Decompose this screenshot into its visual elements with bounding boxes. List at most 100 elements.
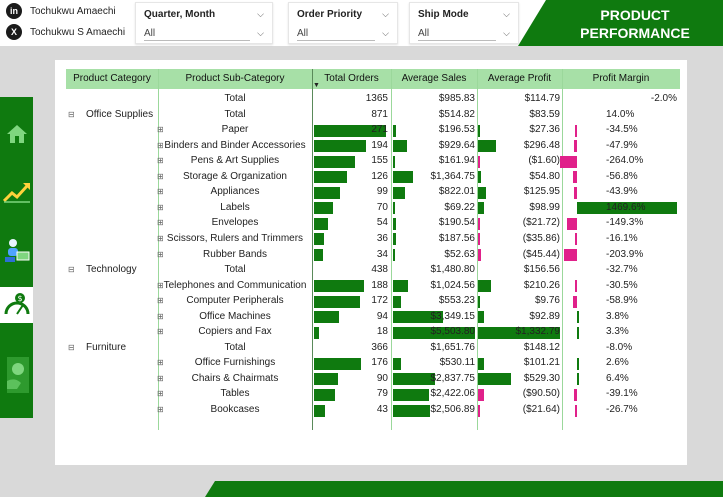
subcategory-cell: Binders and Binder Accessories (164, 139, 306, 151)
sales-cell: $52.63 (444, 248, 475, 260)
sales-cell: $1,480.80 (430, 264, 476, 276)
table-row[interactable]: ⊞ Scissors, Rulers and Trimmers 36 $187.56(… (66, 232, 680, 248)
nav-home[interactable] (0, 111, 33, 157)
table-row[interactable]: ⊞ Pens & Art Supplies 155 $161.94 ($1.60) -26… (66, 154, 680, 170)
col-header-category[interactable]: Product Category (66, 73, 158, 84)
table-row[interactable]: ⊞ Storage & Organization 126 $1,364.75 $54.8… (66, 170, 680, 186)
subcategory-cell: Office Machines (199, 310, 271, 322)
profit-cell: ($90.50) (522, 388, 560, 400)
profit-cell: ($21.72) (522, 217, 560, 229)
sales-cell: $1,651.76 (430, 341, 476, 353)
orders-cell: 70 (376, 201, 388, 213)
table-row[interactable]: ⊞ Office Furnishings 176 $530.11 $101.21 2.6% (66, 356, 680, 372)
chevron-down-icon[interactable]: ⌵ (503, 28, 510, 39)
subcategory-cell: Office Furnishings (194, 357, 276, 369)
margin-bar (573, 140, 577, 153)
margin-cell: -8.0% (606, 341, 633, 353)
orders-cell: 188 (371, 279, 388, 291)
margin-cell: 1469.6% (606, 201, 646, 213)
subcategory-cell: Paper (221, 124, 249, 136)
table-row[interactable]: ⊞ Envelopes 54 $190.54 ($21.72) -149.3% (66, 216, 680, 232)
profit-cell: $1,332.79 (515, 326, 561, 338)
chevron-down-icon[interactable]: ⌵ (382, 28, 389, 39)
slicer-underline (418, 40, 496, 41)
col-header-profit[interactable]: Average Profit (477, 73, 562, 84)
col-header-subcategory[interactable]: Product Sub-Category (158, 73, 312, 84)
sidebar-nav: $ (0, 97, 33, 418)
matrix-panel: Product Category Product Sub-Category To… (55, 60, 687, 465)
chevron-down-icon[interactable]: ⌵ (257, 28, 264, 39)
category-total-row[interactable]: ⊟ Furniture Total 366 $1,651.76 $148.12 -8.0% (66, 341, 680, 357)
margin-cell: -264.0% (606, 155, 644, 167)
margin-cell: 6.4% (606, 372, 629, 384)
sales-cell: $985.83 (438, 93, 475, 104)
profit-cell: $92.89 (529, 310, 560, 322)
table-row[interactable]: ⊞ Chairs & Chairmats 90 $2,837.75 $529.30 6.4… (66, 372, 680, 388)
orders-cell: 99 (376, 186, 388, 198)
margin-bar (563, 249, 577, 261)
table-row[interactable]: ⊞ Paper 271 $196.53 $27.36 -34.5% (66, 123, 680, 139)
page-title: PRODUCT PERFORMANCE (560, 6, 710, 42)
subcategory-cell: Chairs & Chairmats (191, 372, 279, 384)
chevron-down-icon: ⌵ (382, 9, 389, 19)
table-row[interactable]: ⊞ Labels 70 $69.22 $98.99 1469.6% (66, 201, 680, 217)
col-header-margin[interactable]: Profit Margin (562, 73, 680, 84)
nav-profit[interactable] (0, 347, 33, 403)
table-row[interactable]: ⊞ Appliances 99 $822.01 $125.95 -43.9% (66, 185, 680, 201)
margin-cell: 2.6% (606, 357, 629, 369)
margin-bar (573, 171, 577, 184)
orders-cell: 54 (376, 217, 388, 229)
sales-cell: $2,422.06 (430, 388, 476, 400)
nav-speedometer-active[interactable]: $ (0, 287, 33, 323)
subcategory-cell: Computer Peripherals (186, 295, 284, 307)
x-link[interactable]: X Tochukwu S Amaechi (6, 24, 125, 40)
category-total-row[interactable]: ⊟ Office Supplies Total 871 $514.82 $83.59 14.… (66, 108, 680, 124)
margin-cell: -149.3% (606, 217, 644, 229)
category-total-row[interactable]: ⊟ Technology Total 438 $1,480.80 $156.56 -32.7… (66, 263, 680, 279)
subcategory-cell: Total (224, 341, 246, 353)
sort-desc-icon[interactable]: ▼ (313, 82, 320, 89)
orders-cell: 90 (376, 372, 388, 384)
orders-cell: 271 (371, 124, 388, 136)
orders-cell: 194 (371, 139, 388, 151)
table-row[interactable]: ⊞ Copiers and Fax 18 $5,503.80 $1,332.79 3.3% (66, 325, 680, 341)
margin-bar (577, 326, 579, 339)
linkedin-link[interactable]: in Tochukwu Amaechi (6, 3, 116, 19)
margin-cell: -34.5% (606, 124, 638, 136)
nav-trend[interactable] (0, 169, 33, 215)
orders-cell: 155 (371, 155, 388, 167)
page-title-line2: PERFORMANCE (580, 25, 690, 41)
grand-total-row[interactable]: Total 1365 $985.83 $114.79 -2.0% (66, 92, 680, 108)
slicer-ship-mode[interactable]: Ship Mode ⌵ All ⌵ (409, 2, 519, 44)
margin-bar (574, 388, 577, 401)
sales-cell: $553.23 (438, 295, 475, 307)
margin-bar (577, 357, 579, 370)
subcategory-cell: Telephones and Communication (163, 279, 307, 291)
nav-customer[interactable] (0, 227, 33, 273)
orders-cell: 79 (376, 388, 388, 400)
margin-cell: 14.0% (606, 108, 635, 120)
table-row[interactable]: ⊞ Telephones and Communication 188 $1,024.5… (66, 279, 680, 295)
chevron-down-icon: ⌵ (503, 9, 510, 19)
slicer-order-priority[interactable]: Order Priority ⌵ All ⌵ (288, 2, 398, 44)
col-header-orders[interactable]: Total Orders (312, 73, 391, 84)
collapse-icon[interactable]: ⊟ (68, 265, 75, 274)
slicer-title: Ship Mode (418, 9, 469, 20)
table-row[interactable]: ⊞ Bookcases 43 $2,506.89 ($21.64) -26.7% (66, 403, 680, 419)
slicer-quarter-month[interactable]: Quarter, Month ⌵ All ⌵ (135, 2, 273, 44)
collapse-icon[interactable]: ⊟ (68, 343, 75, 352)
col-header-sales[interactable]: Average Sales (391, 73, 477, 84)
subcategory-cell: Appliances (210, 186, 260, 198)
subcategory-cell: Total (224, 108, 246, 120)
profit-cell: $83.59 (529, 108, 560, 120)
collapse-icon[interactable]: ⊟ (68, 110, 75, 119)
page-title-line1: PRODUCT (600, 7, 670, 23)
table-row[interactable]: ⊞ Tables 79 $2,422.06 ($90.50) -39.1% (66, 387, 680, 403)
table-row[interactable]: ⊞ Binders and Binder Accessories 194 $929.6… (66, 139, 680, 155)
table-row[interactable]: ⊞ Office Machines 94 $3,349.15 $92.89 3.8% (66, 310, 680, 326)
margin-bar (574, 186, 577, 199)
orders-cell: 172 (371, 295, 388, 307)
sales-cell: $196.53 (438, 124, 475, 136)
table-row[interactable]: ⊞ Computer Peripherals 172 $553.23 $9.76 -58.… (66, 294, 680, 310)
table-row[interactable]: ⊞ Rubber Bands 34 $52.63 ($45.44) -203.9% (66, 248, 680, 264)
